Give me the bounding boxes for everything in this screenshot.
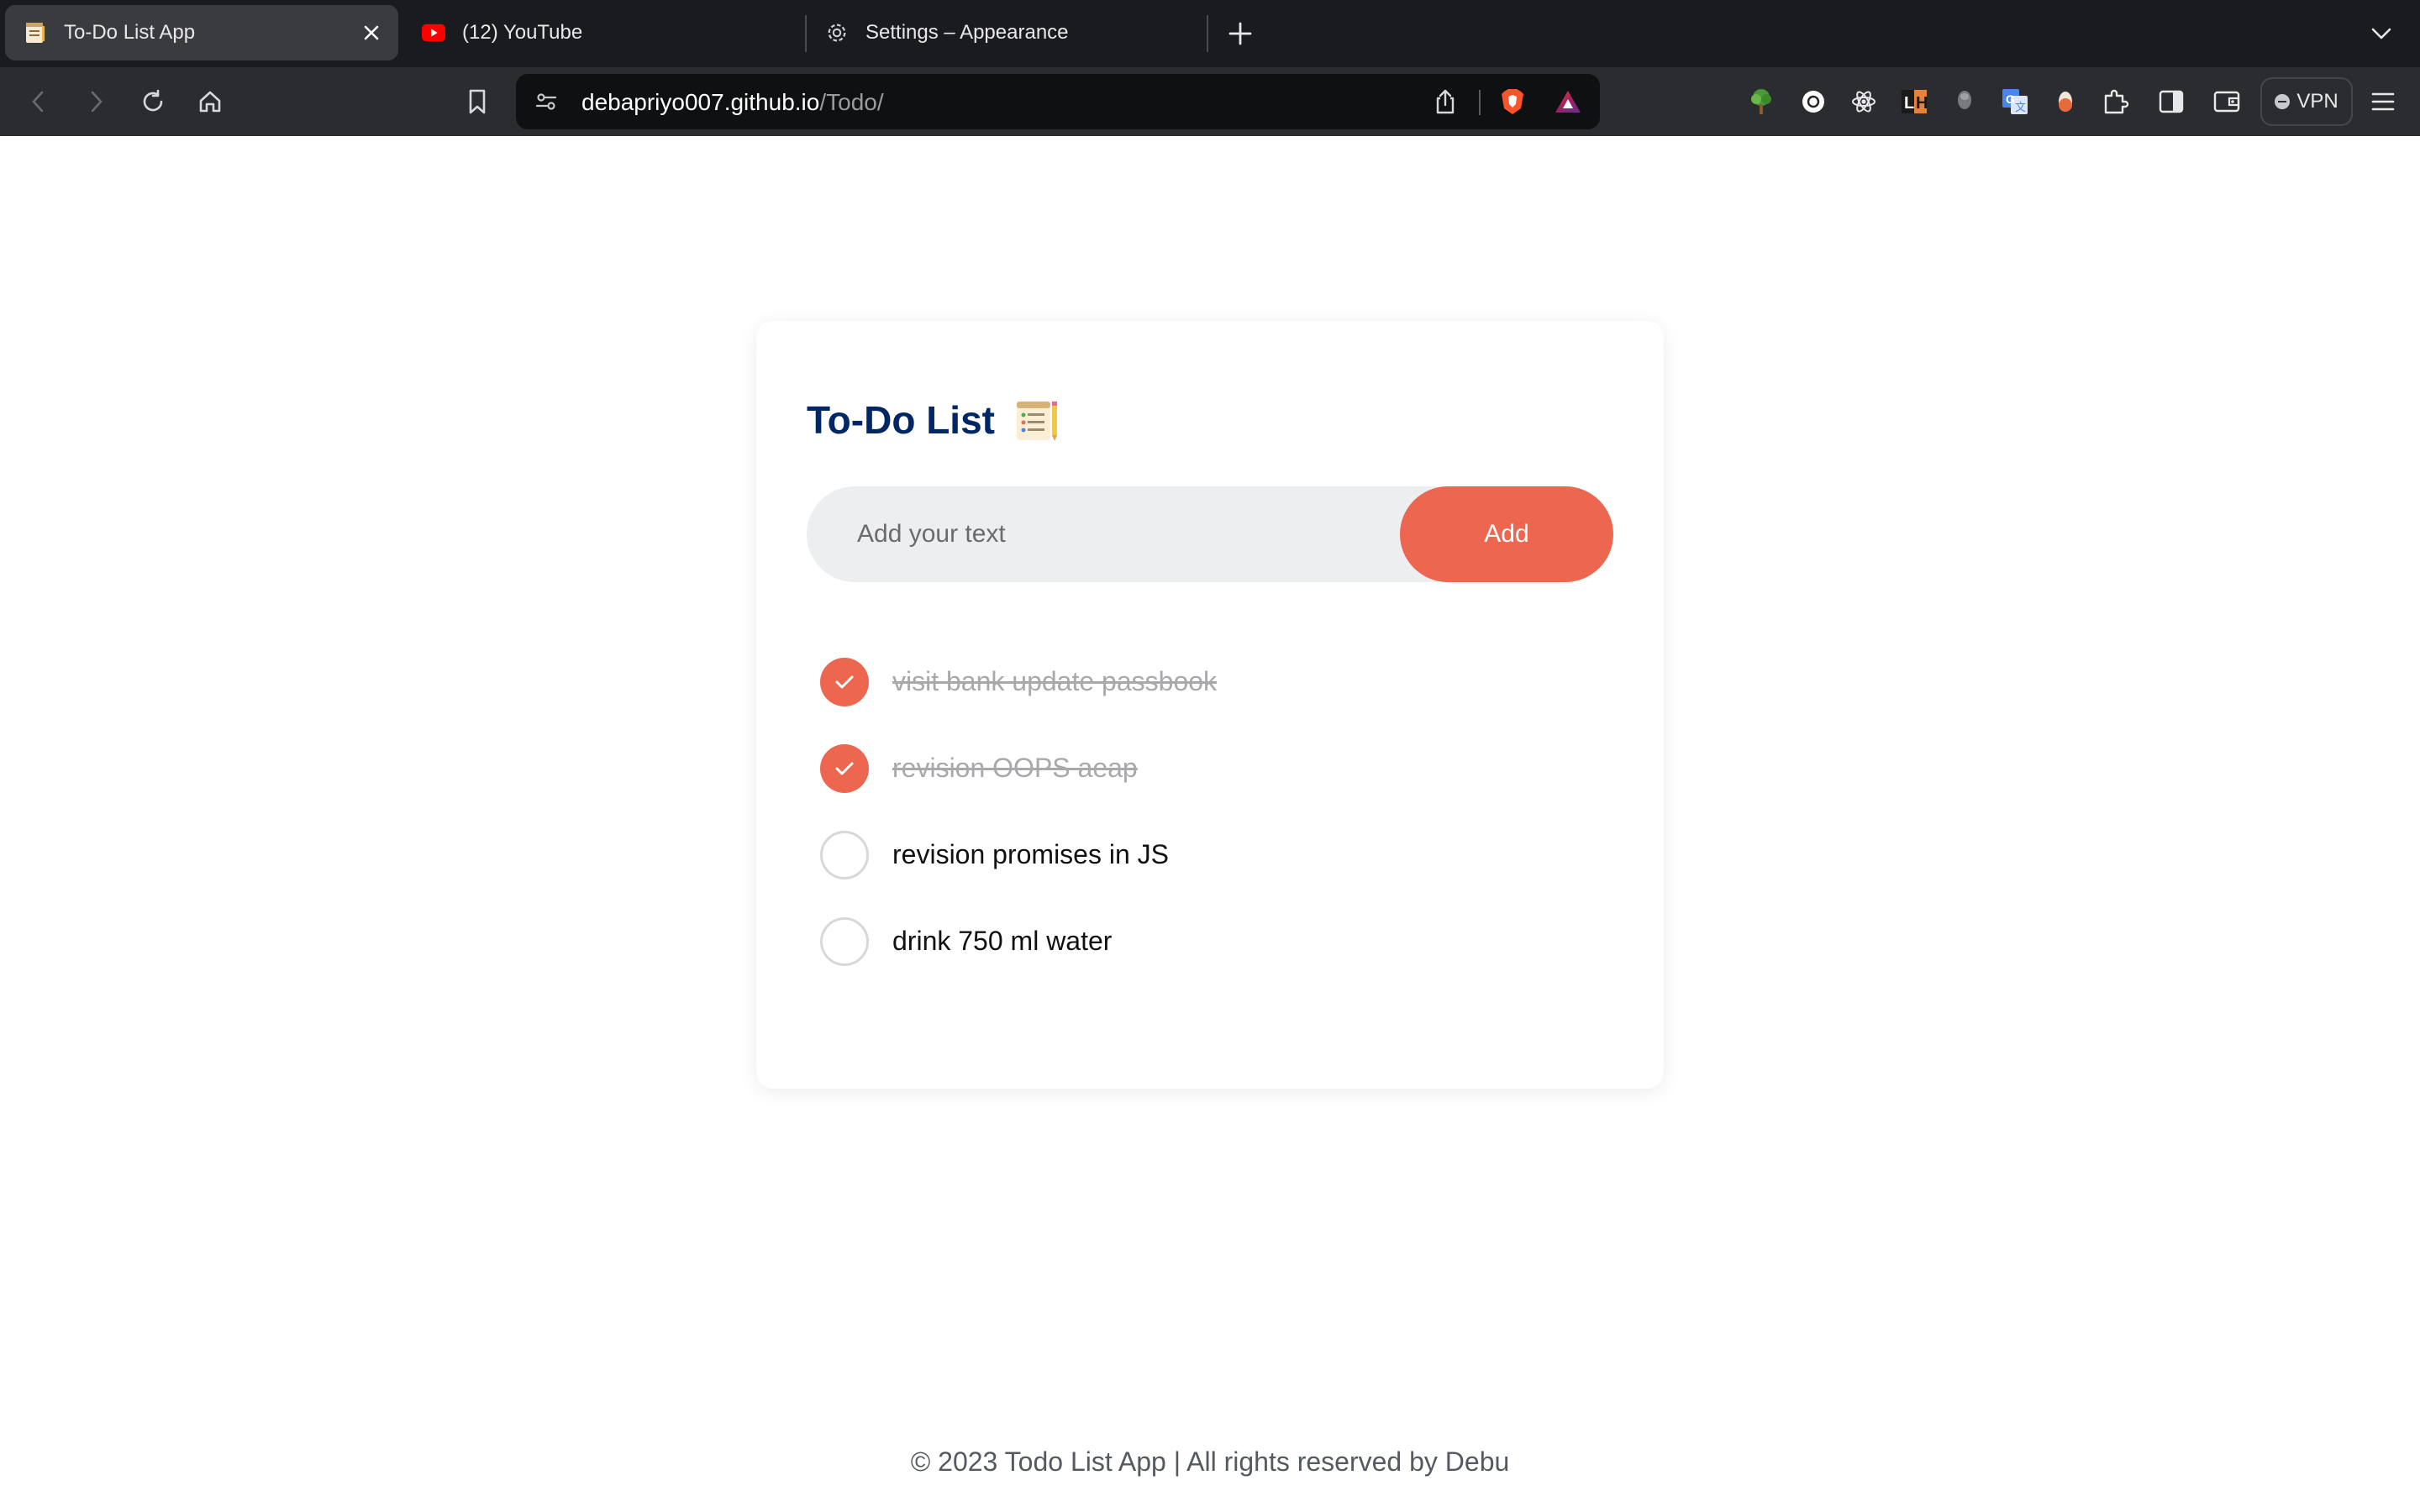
list-item[interactable]: drink 750 ml water (807, 898, 1613, 984)
url-host: debapriyo007.github.io (581, 89, 820, 115)
wallet-icon[interactable] (2208, 83, 2245, 120)
puzzle-extensions-icon[interactable] (2097, 83, 2134, 120)
pin-extension-icon[interactable] (1946, 83, 1983, 120)
todo-text: drink 750 ml water (892, 926, 1113, 956)
browser-tab-bar: To-Do List App (12) YouTube Settings – A… (0, 0, 2420, 67)
gear-icon (825, 21, 849, 45)
chevron-down-icon[interactable] (2368, 20, 2395, 47)
title-text: To-Do List (807, 398, 995, 442)
todo-card: To-Do List Add visit bank update passboo… (756, 321, 1664, 1089)
tab-label: To-Do List App (64, 21, 196, 44)
checkmark-icon[interactable] (820, 743, 869, 793)
reload-icon[interactable] (133, 81, 173, 122)
vpn-button[interactable]: VPN (2260, 77, 2353, 126)
tab-separator (1207, 15, 1208, 52)
home-icon[interactable] (190, 81, 230, 122)
browser-toolbar: debapriyo007.github.io/Todo/ LH G文 VPN (0, 67, 2420, 136)
address-bar[interactable]: debapriyo007.github.io/Todo/ (516, 74, 1600, 129)
back-icon[interactable] (18, 81, 59, 122)
page-title: To-Do List (807, 396, 1060, 444)
todo-text: visit bank update passbook (892, 666, 1218, 696)
notepad-icon (24, 21, 47, 45)
capsule-extension-icon[interactable] (2047, 83, 2084, 120)
list-item[interactable]: revision promises in JS (807, 811, 1613, 898)
circle-extension-icon[interactable] (1795, 83, 1832, 120)
url-text[interactable]: debapriyo007.github.io/Todo/ (581, 89, 884, 116)
todo-text: revision promises in JS (892, 839, 1169, 869)
url-path: /Todo/ (819, 89, 884, 115)
vpn-status-icon (2275, 94, 2291, 109)
translate-extension-icon[interactable]: G文 (1996, 83, 2033, 120)
checkmark-icon[interactable] (820, 657, 869, 706)
list-item[interactable]: revision OOPS aeap (807, 725, 1613, 811)
todo-text: revision OOPS aeap (892, 753, 1138, 783)
react-devtools-icon[interactable] (1845, 83, 1882, 120)
todo-list: visit bank update passbook revision OOPS… (807, 638, 1613, 984)
youtube-icon (422, 21, 445, 45)
svg-text:H: H (1916, 94, 1928, 113)
forward-icon[interactable] (76, 81, 116, 122)
brave-rewards-icon[interactable] (1553, 87, 1583, 117)
lighthouse-extension-icon[interactable]: LH (1896, 83, 1933, 120)
empty-circle-icon[interactable] (820, 830, 869, 879)
tab-todo-list[interactable]: To-Do List App (5, 5, 398, 60)
svg-text:L: L (1904, 94, 1914, 113)
brave-shields-icon[interactable] (1497, 87, 1528, 117)
add-task-row: Add (807, 486, 1613, 582)
vpn-label: VPN (2296, 90, 2338, 113)
svg-text:G: G (2006, 92, 2015, 106)
sidebar-icon[interactable] (2153, 83, 2190, 120)
svg-text:文: 文 (2015, 101, 2026, 113)
site-settings-icon[interactable] (531, 87, 561, 117)
notepad-icon (1013, 396, 1060, 444)
add-button[interactable]: Add (1400, 486, 1613, 582)
close-tab-icon[interactable] (360, 21, 383, 45)
tree-extension-icon[interactable] (1743, 83, 1780, 120)
tab-youtube[interactable]: (12) YouTube (403, 5, 803, 60)
page-footer: © 2023 Todo List App | All rights reserv… (910, 1446, 1510, 1477)
task-input[interactable] (807, 486, 1412, 582)
tab-label: Settings – Appearance (865, 21, 1069, 44)
menu-icon[interactable] (2363, 81, 2403, 122)
bookmark-icon[interactable] (457, 81, 497, 122)
new-tab-icon[interactable] (1225, 18, 1255, 49)
tab-label: (12) YouTube (462, 21, 583, 44)
list-item[interactable]: visit bank update passbook (807, 638, 1613, 725)
tab-settings[interactable]: Settings – Appearance (807, 5, 1207, 60)
share-icon[interactable] (1430, 87, 1460, 117)
url-divider (1479, 90, 1481, 115)
empty-circle-icon[interactable] (820, 916, 869, 966)
